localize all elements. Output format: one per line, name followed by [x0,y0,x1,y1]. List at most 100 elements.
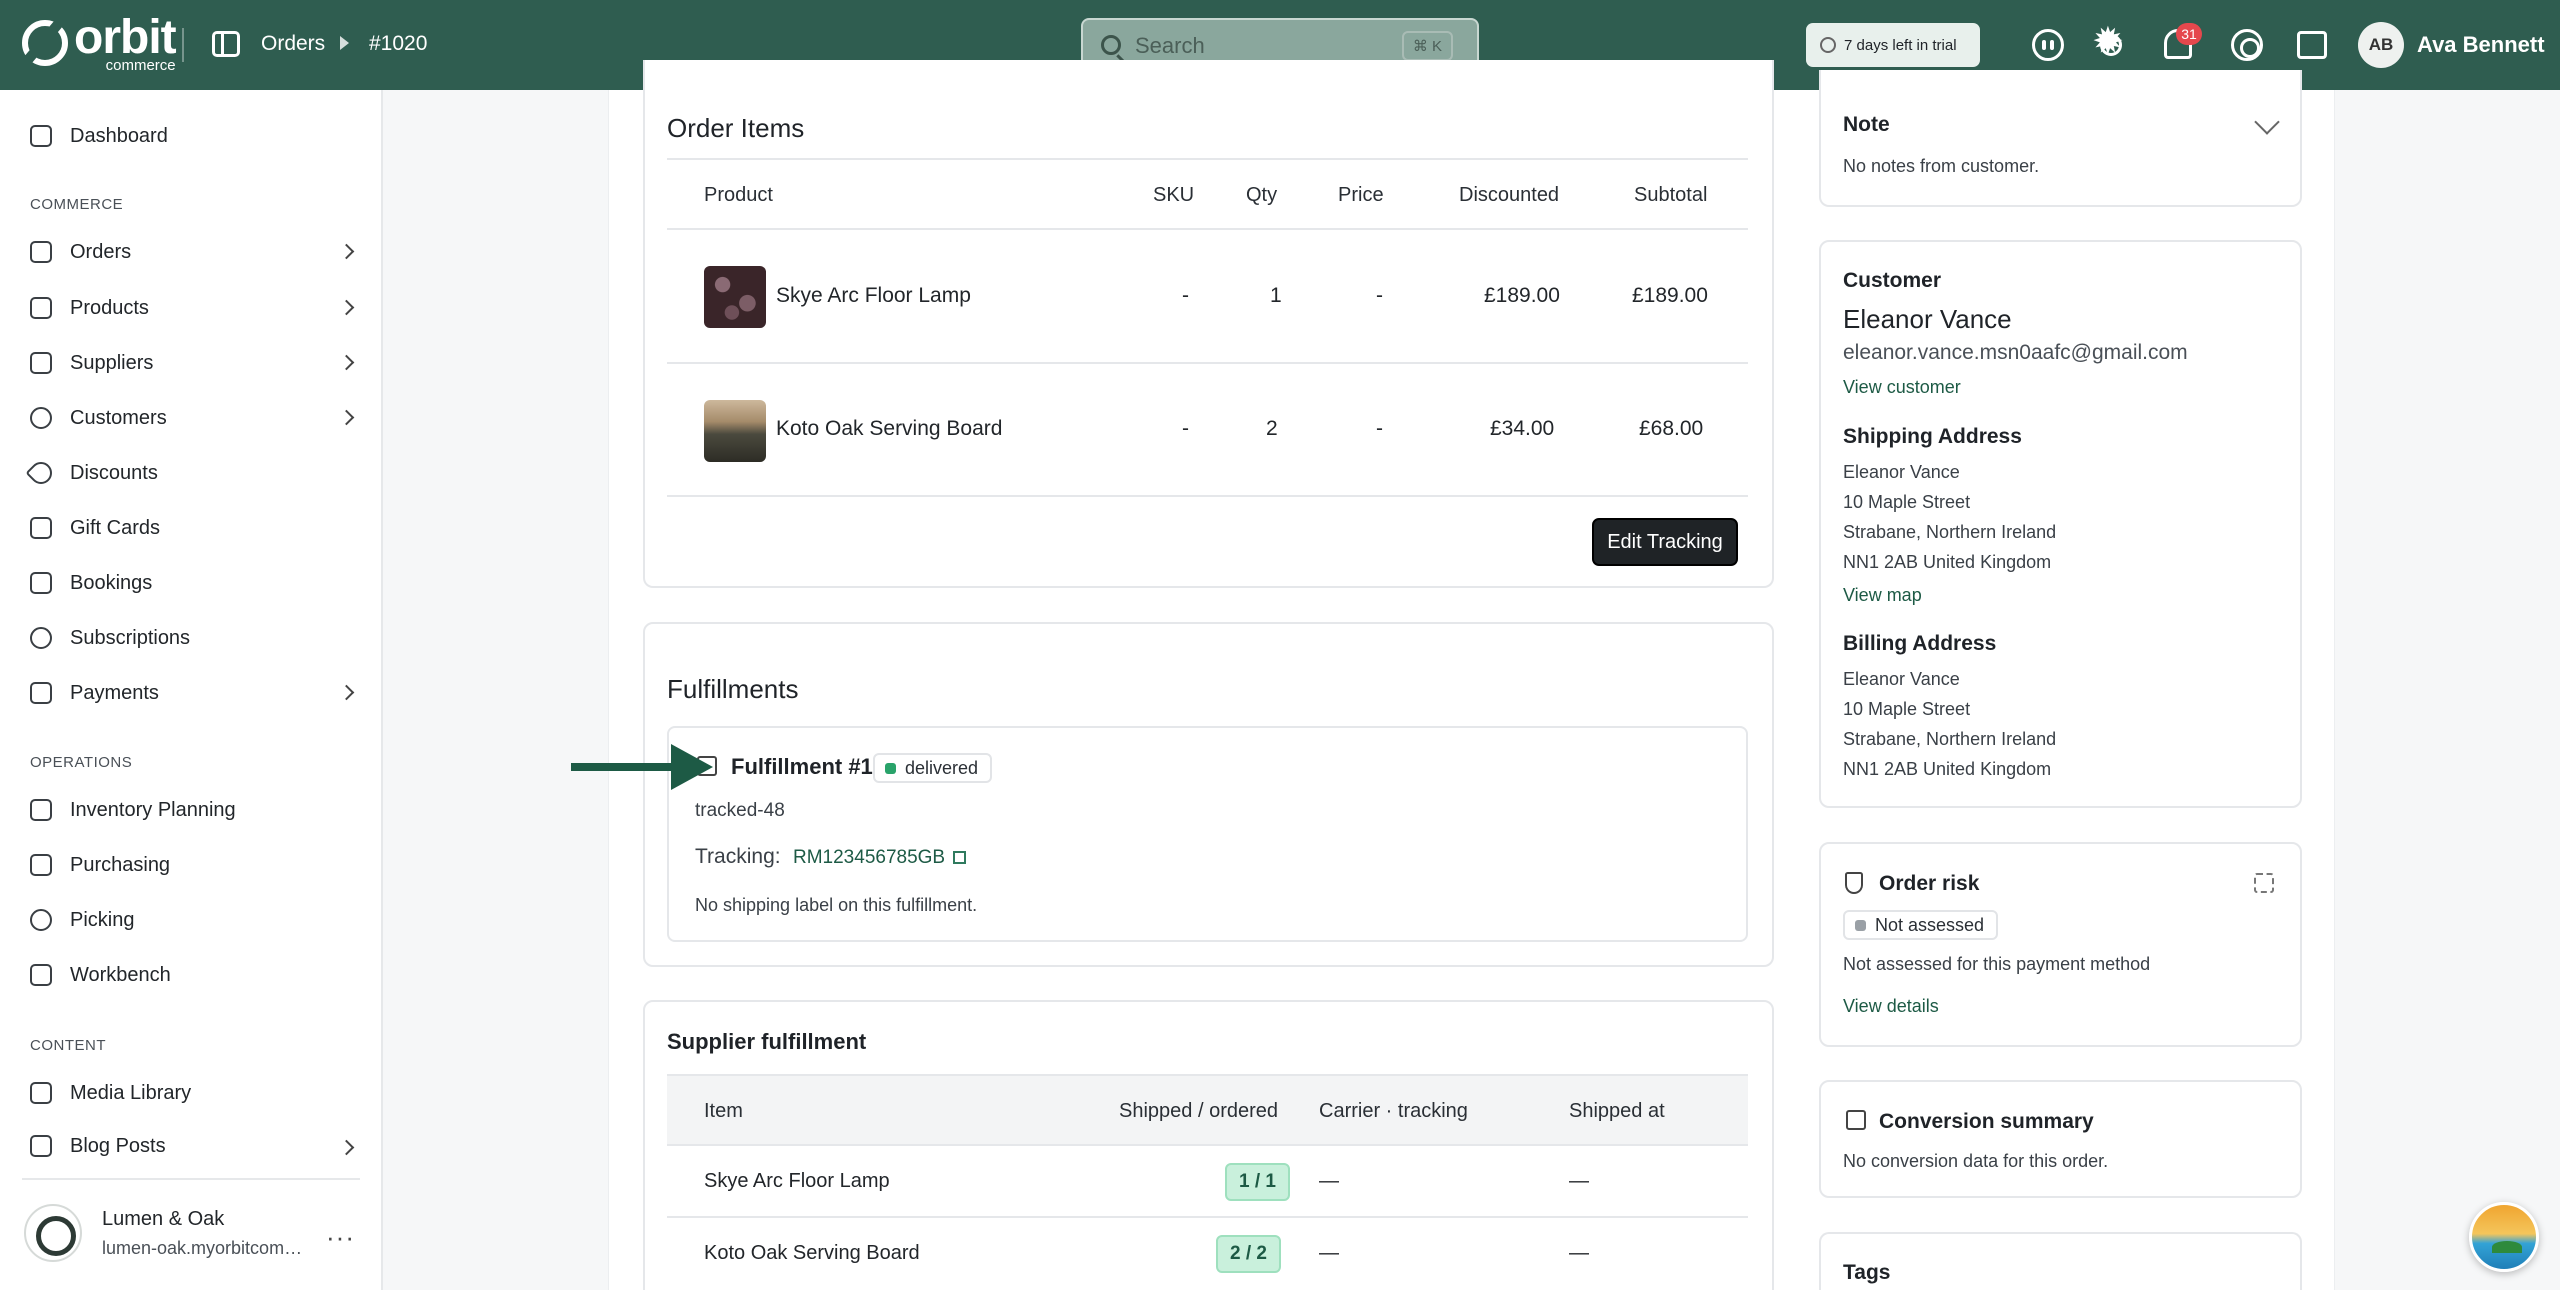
dashboard-icon [30,125,52,147]
sidebar-item-label: Dashboard [70,124,168,147]
col-product: Product [704,184,773,206]
store-name[interactable]: Lumen & Oak [102,1208,224,1231]
fulfillment-item: Fulfillment #1 delivered tracked-48 Trac… [667,726,1748,942]
sidebar-item-orders[interactable]: Orders [30,232,360,272]
table-row[interactable]: Skye Arc Floor Lamp 1 / 1 — — [667,1146,1748,1218]
image-icon [30,1082,52,1104]
scan-icon[interactable] [2254,873,2274,893]
shipping-line: Strabane, Northern Ireland [1843,522,2057,542]
breadcrumb-orders[interactable]: Orders [261,32,325,56]
qty-value: 1 [1270,284,1282,307]
tracking-number-link[interactable]: RM123456785GB [793,847,967,869]
qty-value: 2 [1266,417,1278,440]
sku-value: - [1182,284,1189,307]
col-shipped-at: Shipped at [1569,1100,1665,1122]
orbit-logo[interactable]: orbit commerce [22,14,177,73]
help-lifebuoy-icon[interactable] [2231,29,2263,61]
map-pin-icon [30,909,52,931]
sidebar-item-bookings[interactable]: Bookings [30,563,360,603]
sidebar-item-label: Media Library [70,1081,192,1104]
search-input[interactable] [1135,32,1385,60]
sidebar-toggle-icon[interactable] [212,31,240,57]
view-customer-link[interactable]: View customer [1843,377,1961,398]
store-url: lumen-oak.myorbitcommerce.com [102,1238,307,1258]
search-icon [1101,35,1121,55]
table-row[interactable]: Koto Oak Serving Board 2 / 2 — — [667,1218,1748,1290]
shipped-at-value: — [1569,1170,1589,1192]
trial-text: 7 days left in trial [1844,36,1957,54]
document-icon [30,1135,52,1157]
annotation-arrow-icon [671,744,713,790]
fulfillment-name: Fulfillment #1 [731,754,873,779]
chevron-right-icon [338,409,355,426]
sidebar-item-label: Bookings [70,571,153,594]
tracked-code: tracked-48 [695,800,785,821]
more-options-icon[interactable]: ··· [326,1222,355,1253]
sidebar-item-media-library[interactable]: Media Library [30,1073,360,1113]
view-map-link[interactable]: View map [1843,585,1922,606]
sidebar-item-gift-cards[interactable]: Gift Cards [30,508,360,548]
sidebar-item-workbench[interactable]: Workbench [30,955,360,995]
sidebar-item-suppliers[interactable]: Suppliers [30,343,360,383]
shipping-address-title: Shipping Address [1843,425,2022,448]
discounted-value: £34.00 [1490,417,1555,440]
sidebar-item-products[interactable]: Products [30,288,360,328]
supplier-fulfillment-title: Supplier fulfillment [667,1029,867,1054]
sidebar-item-inventory-planning[interactable]: Inventory Planning [30,790,360,830]
sidebar-item-picking[interactable]: Picking [30,900,360,940]
order-risk-text: Not assessed for this payment method [1843,954,2151,974]
carrier-value: — [1319,1170,1339,1192]
table-row[interactable]: Skye Arc Floor Lamp - 1 - £189.00 £189.0… [667,230,1748,364]
subtotal-value: £189.00 [1632,284,1708,307]
sidebar-item-subscriptions[interactable]: Subscriptions [30,618,360,658]
sidebar-item-dashboard[interactable]: Dashboard [30,116,360,156]
tracking-label: Tracking: [695,845,781,868]
breadcrumb-order-id: #1020 [369,32,428,55]
sidebar-item-purchasing[interactable]: Purchasing [30,845,360,885]
conversion-summary-card [1819,1080,2302,1198]
sidebar-item-discounts[interactable]: Discounts [25,453,360,493]
billing-line: Strabane, Northern Ireland [1843,729,2057,749]
carrier-value: — [1319,1242,1339,1264]
customer-email: eleanor.vance.msn0aafc@gmail.com [1843,341,2188,364]
table-row[interactable]: Koto Oak Serving Board - 2 - £34.00 £68.… [667,364,1748,497]
conversion-summary-text: No conversion data for this order. [1843,1151,2109,1171]
tags-card [1819,1232,2302,1290]
order-items-title: Order Items [667,113,805,143]
box-icon [30,297,52,319]
note-card [1819,70,2302,207]
sidebar-item-label: Inventory Planning [70,798,236,821]
sidebar-item-label: Customers [70,406,167,429]
theme-sun-icon[interactable] [2092,23,2124,61]
credit-card-icon [30,682,52,704]
shipped-ordered-badge: 2 / 2 [1216,1235,1281,1273]
store-logo[interactable] [24,1204,82,1262]
shipping-line: Eleanor Vance [1843,462,1960,482]
store-divider [22,1178,360,1180]
product-name[interactable]: Koto Oak Serving Board [776,417,1002,441]
col-discounted: Discounted [1459,184,1560,206]
item-name: Koto Oak Serving Board [704,1242,920,1264]
storefront-icon[interactable] [2297,31,2327,59]
avatar[interactable]: AB [2358,22,2404,68]
sidebar-item-label: Picking [70,908,135,931]
conversion-summary-title: Conversion summary [1879,1110,2094,1133]
clipboard-icon [30,799,52,821]
col-qty: Qty [1246,184,1278,206]
sidebar-item-customers[interactable]: Customers [30,398,360,438]
tag-icon [25,457,57,489]
assistant-icon[interactable] [2032,29,2064,61]
shield-icon [1845,872,1863,894]
trial-badge[interactable]: 7 days left in trial [1806,23,1980,67]
sidebar-item-payments[interactable]: Payments [30,673,360,713]
product-thumbnail [704,266,766,328]
view-details-link[interactable]: View details [1843,996,1939,1017]
sidebar-item-blog-posts[interactable]: Blog Posts [30,1128,360,1164]
section-operations: OPERATIONS [30,754,133,771]
user-name[interactable]: Ava Bennett [2417,32,2545,58]
tracking-number[interactable]: RM123456785GB [793,847,945,868]
sidebar-item-label: Payments [70,681,159,704]
edit-tracking-button[interactable]: Edit Tracking [1592,518,1738,566]
product-name[interactable]: Skye Arc Floor Lamp [776,284,971,308]
assistant-avatar-button[interactable] [2469,1202,2539,1272]
